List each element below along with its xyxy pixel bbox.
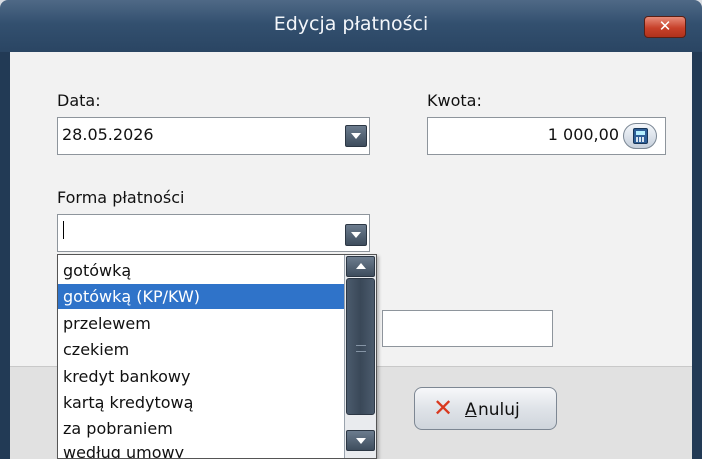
cancel-button[interactable]: ✕ A nuluj: [414, 387, 557, 430]
reference-input[interactable]: [382, 310, 553, 347]
cancel-x-icon: ✕: [433, 394, 454, 422]
scroll-down-button[interactable]: [346, 430, 375, 451]
list-item[interactable]: czekiem: [58, 337, 344, 362]
date-combobox[interactable]: 28.05.2026: [57, 117, 370, 155]
cancel-button-mnemonic: A: [465, 400, 477, 420]
payment-method-label: Forma płatności: [57, 188, 185, 207]
list-item-selected[interactable]: gotówką (KP/KW): [58, 284, 344, 309]
text-caret: [63, 221, 64, 239]
payment-method-listbox[interactable]: gotówką gotówką (KP/KW) przelewem czekie…: [57, 254, 377, 459]
window-frame-left: [0, 52, 10, 459]
date-label: Data:: [57, 91, 101, 110]
close-icon: ✕: [658, 17, 672, 35]
listbox-scrollbar[interactable]: [344, 255, 376, 458]
calculator-icon: [633, 128, 648, 144]
list-item[interactable]: według umowy: [58, 440, 344, 458]
titlebar[interactable]: Edycja płatności ✕: [0, 0, 702, 53]
list-item[interactable]: gotówką: [58, 258, 344, 283]
cancel-button-label: nuluj: [478, 400, 520, 420]
amount-value: 1 000,00: [547, 125, 619, 144]
scroll-thumb[interactable]: [346, 278, 375, 415]
payment-edit-dialog: Edycja płatności ✕ Data: 28.05.2026 Kwot…: [0, 0, 702, 459]
close-button[interactable]: ✕: [644, 16, 686, 38]
window-frame-right: [692, 52, 702, 459]
scroll-up-button[interactable]: [346, 256, 375, 277]
window-title: Edycja płatności: [273, 13, 429, 35]
payment-method-dropdown-button[interactable]: [345, 224, 367, 246]
list-item[interactable]: kartą kredytową: [58, 390, 344, 415]
payment-method-combobox[interactable]: [57, 214, 370, 252]
date-value: 28.05.2026: [62, 125, 154, 144]
calculator-button[interactable]: [623, 123, 657, 149]
list-item[interactable]: przelewem: [58, 311, 344, 336]
amount-label: Kwota:: [427, 91, 482, 110]
list-item[interactable]: kredyt bankowy: [58, 364, 344, 389]
amount-field[interactable]: 1 000,00: [427, 117, 666, 155]
list-item[interactable]: za pobraniem: [58, 416, 344, 441]
date-dropdown-button[interactable]: [345, 125, 367, 147]
